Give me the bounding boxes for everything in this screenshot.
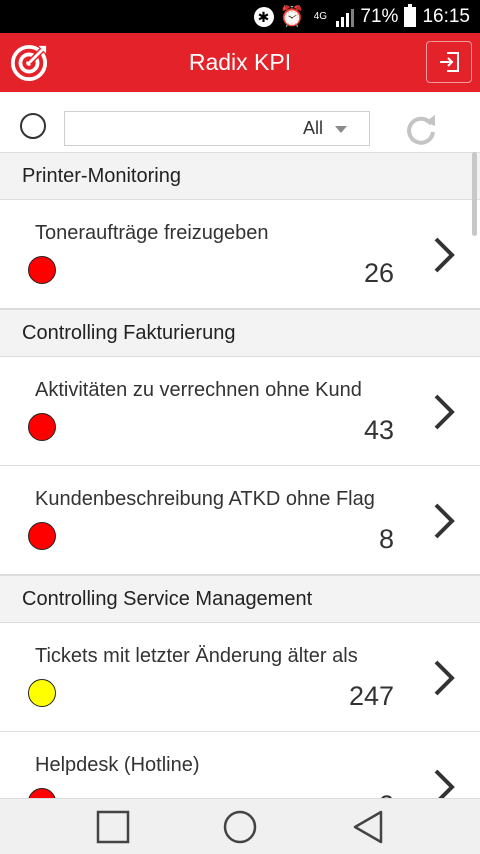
app-title: Radix KPI	[188, 49, 292, 75]
status-indicator-yellow	[28, 679, 56, 707]
circle-icon[interactable]	[222, 809, 258, 845]
filter-dropdown[interactable]: All	[64, 111, 370, 146]
chevron-down-icon	[335, 126, 347, 133]
signal-icon	[336, 7, 355, 27]
list-item[interactable]: Toneraufträge freizugeben 26	[0, 200, 480, 309]
section-header: Printer-Monitoring	[0, 152, 480, 200]
item-count: 247	[348, 681, 394, 711]
section-header: Controlling Service Management	[0, 575, 480, 623]
list-item[interactable]: Aktivitäten zu verrechnen ohne Kund 43	[0, 357, 480, 466]
chevron-right-icon	[434, 769, 455, 798]
status-indicator-red	[28, 256, 56, 284]
chevron-right-icon	[434, 237, 455, 273]
system-nav-bar	[0, 798, 480, 854]
kpi-list[interactable]: Printer-Monitoring Toneraufträge freizug…	[0, 152, 480, 798]
status-bar: ✱ ⏰ 4G 71% 16:15	[0, 0, 480, 33]
battery-icon	[404, 3, 417, 27]
exit-icon	[440, 52, 459, 72]
logout-button[interactable]	[426, 41, 472, 83]
chevron-right-icon	[434, 394, 455, 430]
status-indicator-red	[28, 788, 56, 798]
triangle-back-icon[interactable]	[350, 809, 386, 845]
clock: 16:15	[422, 5, 470, 27]
item-label: Tickets mit letzter Änderung älter als	[35, 645, 358, 667]
bluetooth-icon: ✱	[253, 6, 274, 27]
app-bar: Radix KPI	[0, 33, 480, 92]
item-label: Aktivitäten zu verrechnen ohne Kund	[35, 379, 362, 401]
list-scrollbar[interactable]	[472, 152, 477, 236]
chevron-right-icon	[434, 660, 455, 696]
list-item[interactable]: Tickets mit letzter Änderung älter als 2…	[0, 623, 480, 732]
filter-dropdown-value: All	[302, 118, 323, 138]
status-indicator-red	[28, 522, 56, 550]
chevron-right-icon	[434, 503, 455, 539]
select-all-radio[interactable]	[20, 113, 46, 139]
item-label: Toneraufträge freizugeben	[35, 222, 269, 244]
alarm-icon: ⏰	[279, 6, 305, 28]
item-count: 8	[378, 524, 394, 554]
item-count: 43	[363, 415, 394, 445]
item-count: 2	[379, 790, 394, 798]
refresh-icon[interactable]	[404, 112, 438, 146]
square-icon[interactable]	[95, 809, 131, 845]
item-label: Helpdesk (Hotline)	[35, 754, 200, 776]
list-item[interactable]: Helpdesk (Hotline) 2	[0, 732, 480, 798]
battery-percent: 71%	[360, 5, 399, 27]
item-label: Kundenbeschreibung ATKD ohne Flag	[35, 488, 375, 510]
list-item[interactable]: Kundenbeschreibung ATKD ohne Flag 8	[0, 466, 480, 575]
section-header: Controlling Fakturierung	[0, 309, 480, 357]
network-type: 4G	[313, 10, 328, 22]
item-count: 26	[363, 258, 394, 288]
status-indicator-red	[28, 413, 56, 441]
